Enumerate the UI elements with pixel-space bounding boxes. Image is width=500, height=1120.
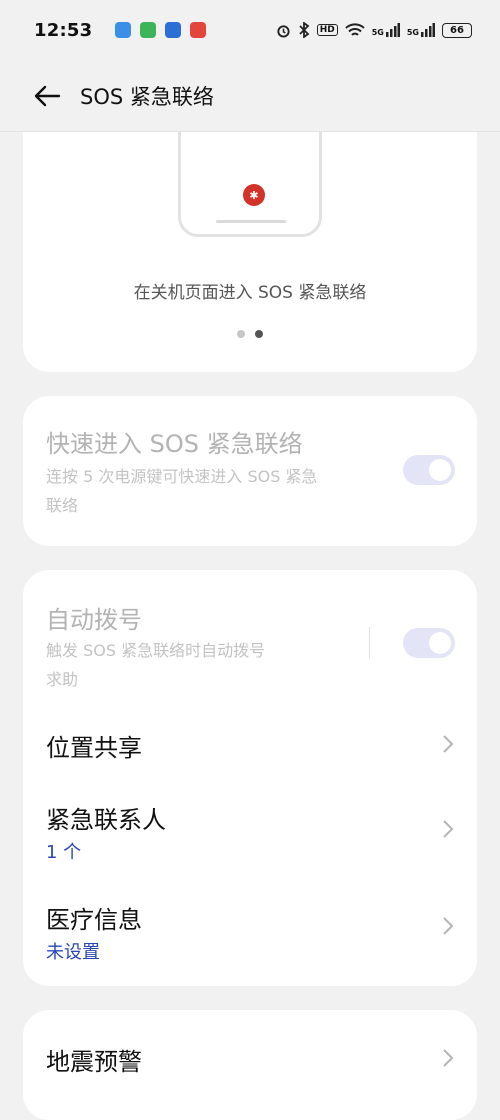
medical-info-status: 未设置 [46, 942, 100, 963]
page-dot[interactable] [237, 330, 245, 338]
hd-voice-icon: HD [316, 24, 338, 36]
auto-dial-title: 自动拨号 [46, 606, 142, 634]
alarm-icon [277, 24, 290, 38]
medical-info-title: 医疗信息 [46, 906, 142, 934]
emergency-contacts-title: 紧急联系人 [46, 806, 166, 834]
toggle-knob [429, 459, 451, 481]
quick-entry-card: 快速进入 SOS 紧急联络 连按 5 次电源键可快速进入 SOS 紧急 联络 [23, 396, 477, 546]
sos-app-icon [190, 22, 207, 38]
emergency-contacts-row[interactable]: 紧急联系人 1 个 [23, 790, 477, 886]
auto-dial-desc-line2: 求助 [46, 670, 79, 689]
illustration-card: ✱ 在关机页面进入 SOS 紧急联络 [23, 100, 477, 372]
location-share-title: 位置共享 [46, 734, 142, 762]
auto-dial-row[interactable]: 自动拨号 触发 SOS 紧急联络时自动拨号 求助 [23, 570, 477, 700]
page-dot-active[interactable] [255, 330, 263, 338]
page-indicator [23, 330, 477, 338]
quick-entry-desc-line2: 联络 [46, 496, 79, 515]
emergency-contacts-count: 1 个 [46, 842, 82, 863]
signal-5g-icon: 5G [407, 23, 435, 37]
message-app-icon [140, 22, 157, 38]
app-header: SOS 紧急联络 [0, 60, 500, 132]
status-bar: 12:53 HD 5G 5G 66 [0, 0, 500, 60]
page-title: SOS 紧急联络 [80, 84, 214, 109]
browser-app-icon [165, 22, 182, 38]
sos-button-icon: ✱ [243, 184, 265, 206]
bluetooth-icon [299, 22, 310, 38]
quick-entry-desc-line1: 连按 5 次电源键可快速进入 SOS 紧急 [46, 467, 318, 486]
earthquake-title: 地震预警 [46, 1048, 142, 1076]
wifi-icon [345, 22, 365, 36]
chevron-right-icon [443, 1049, 454, 1067]
illustration-caption: 在关机页面进入 SOS 紧急联络 [133, 283, 367, 303]
divider [369, 627, 370, 659]
auto-dial-toggle[interactable] [403, 628, 455, 658]
chevron-right-icon [443, 820, 454, 838]
notification-app-icon [115, 22, 132, 38]
signal-5g-icon: 5G [372, 23, 400, 37]
battery-icon: 66 [442, 22, 472, 38]
medical-info-row[interactable]: 医疗信息 未设置 [23, 886, 477, 986]
quick-entry-row[interactable]: 快速进入 SOS 紧急联络 连按 5 次电源键可快速进入 SOS 紧急 联络 [23, 396, 477, 546]
earthquake-row[interactable]: 地震预警 [23, 1010, 477, 1104]
quick-entry-title: 快速进入 SOS 紧急联络 [46, 430, 303, 458]
chevron-right-icon [443, 917, 454, 935]
location-share-row[interactable]: 位置共享 [23, 700, 477, 790]
home-indicator [216, 220, 286, 223]
back-arrow-icon [34, 85, 61, 106]
status-time: 12:53 [34, 19, 93, 41]
back-button[interactable] [30, 79, 64, 113]
chevron-right-icon [443, 735, 454, 753]
settings-card: 自动拨号 触发 SOS 紧急联络时自动拨号 求助 位置共享 紧急联系人 1 个 … [23, 570, 477, 986]
quick-entry-toggle[interactable] [403, 455, 455, 485]
toggle-knob [429, 632, 451, 654]
auto-dial-desc-line1: 触发 SOS 紧急联络时自动拨号 [46, 641, 266, 660]
